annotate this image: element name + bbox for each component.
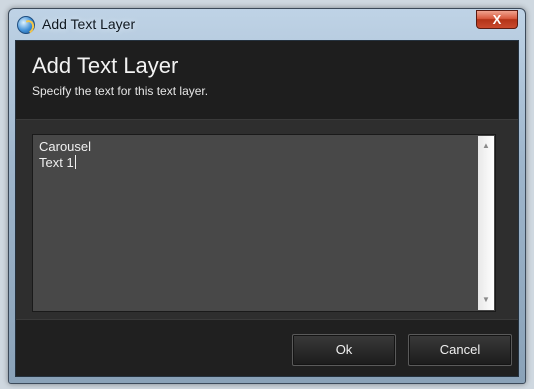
text-layer-value: Carousel Text 1 <box>39 139 92 170</box>
ok-button[interactable]: Ok <box>292 334 396 366</box>
dialog-subheading: Specify the text for this text layer. <box>32 84 209 98</box>
text-layer-input[interactable]: Carousel Text 1 ▲ ▼ <box>32 134 496 312</box>
scroll-down-arrow-icon[interactable]: ▼ <box>478 292 494 308</box>
text-caret <box>74 155 76 169</box>
dialog-window: Add Text Layer X Add Text Layer Specify … <box>8 8 526 384</box>
dialog-header: Add Text Layer Specify the text for this… <box>16 41 518 120</box>
dialog-client: Add Text Layer Specify the text for this… <box>15 40 519 377</box>
close-button[interactable]: X <box>476 10 518 29</box>
vertical-scrollbar[interactable]: ▲ ▼ <box>478 136 494 310</box>
title-bar[interactable]: Add Text Layer X <box>9 9 525 40</box>
scroll-up-arrow-icon[interactable]: ▲ <box>478 138 494 154</box>
dialog-footer: Ok Cancel <box>16 319 518 376</box>
window-title: Add Text Layer <box>42 16 136 32</box>
text-layer-content[interactable]: Carousel Text 1 <box>39 139 91 171</box>
dialog-heading: Add Text Layer <box>32 53 179 78</box>
app-icon <box>17 16 35 34</box>
cancel-button[interactable]: Cancel <box>408 334 512 366</box>
close-icon: X <box>492 12 502 27</box>
